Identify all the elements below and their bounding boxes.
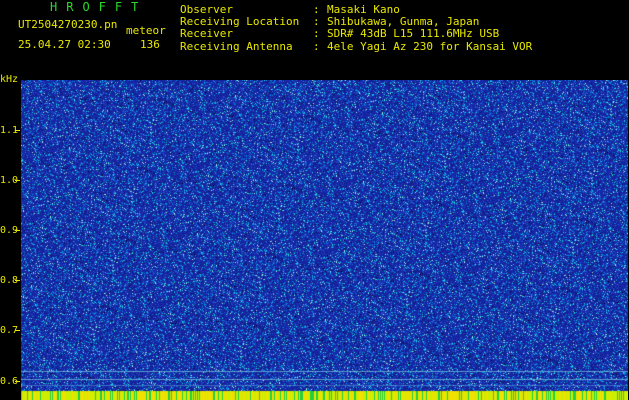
y-tick-mark: [15, 130, 20, 131]
metadata-key: Receiving Antenna: [180, 39, 293, 53]
datetime-label: 25.04.27 02:30: [18, 38, 111, 51]
y-tick-mark: [15, 180, 20, 181]
metadata-value: Masaki Kano: [327, 3, 400, 16]
hroft-title: HROFFT: [50, 0, 148, 14]
metadata-key: Receiver: [180, 27, 233, 41]
metadata-value: 4ele Yagi Az 230 for Kansai VOR: [327, 39, 533, 53]
filename-label: UT2504270230.pn: [18, 18, 118, 31]
y-tick-mark: [15, 381, 20, 382]
y-tick-mark: [15, 230, 20, 231]
metadata-block: Observer: Masaki Kano Receiving Location:…: [180, 3, 533, 53]
waterfall-spectrogram: [21, 80, 628, 400]
meteor-label: meteor: [126, 24, 166, 37]
metadata-value: SDR# 43dB L15 111.6MHz USB: [327, 27, 500, 41]
metadata-value: Shibukawa, Gunma, Japan: [327, 15, 480, 29]
y-axis-unit: kHz: [0, 74, 19, 85]
metadata-row-antenna: Receiving Antenna:4ele Yagi Az 230 for K…: [180, 39, 533, 53]
y-tick-mark: [15, 280, 20, 281]
meteor-count: 136: [140, 38, 160, 51]
y-tick-mark: [15, 330, 20, 331]
